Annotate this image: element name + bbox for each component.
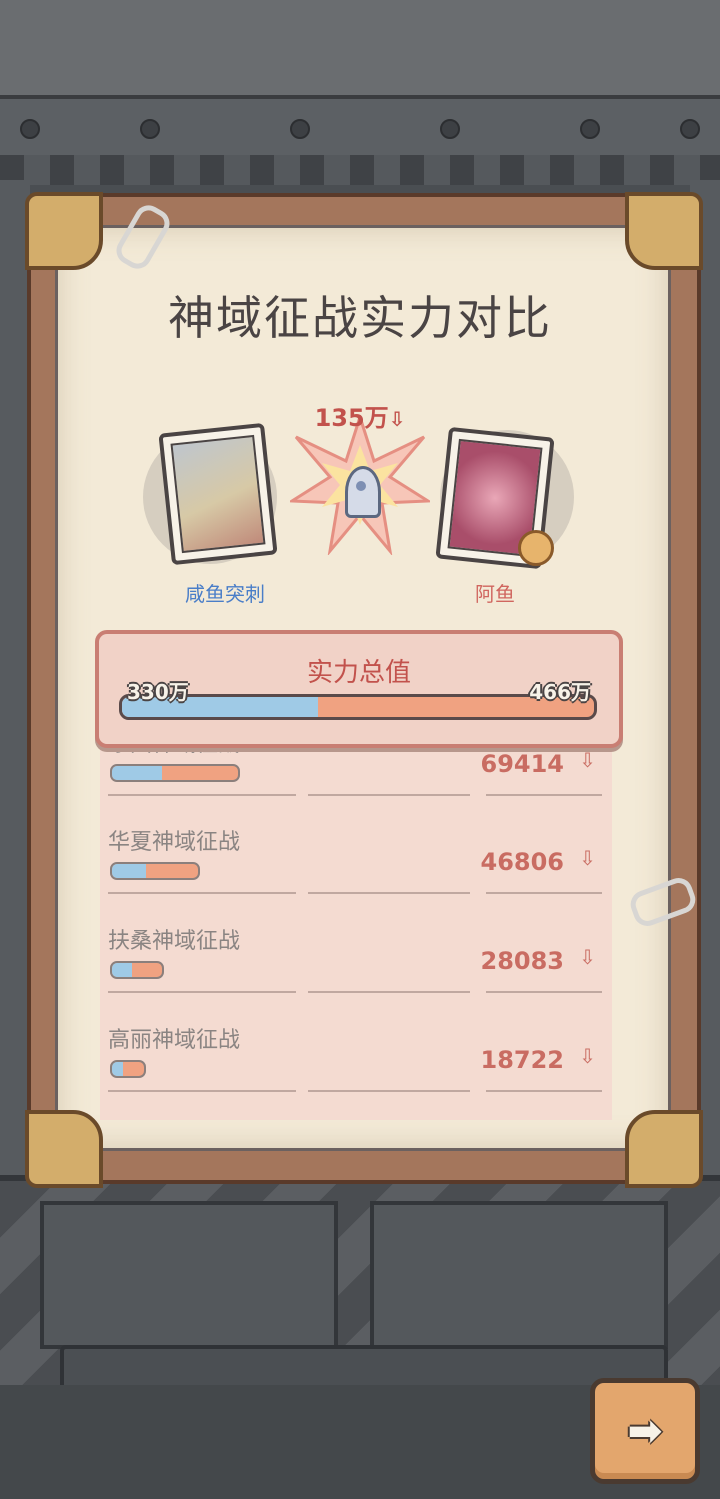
list-item-bar-left-fill — [112, 864, 147, 878]
total-power-right-value: 466万 — [529, 680, 591, 704]
list-item-bar-left-fill — [112, 1062, 124, 1076]
total-power-bar — [119, 694, 597, 720]
divider — [486, 892, 602, 894]
divider — [108, 794, 296, 796]
arrow-down-icon: ⇩ — [388, 407, 406, 431]
category-list[interactable]: 东国神域征战 69414 ⇩ 华夏神域征战 46806 ⇩ 扶桑神域征战 28083 ⇩ 高丽神域… — [100, 740, 612, 1120]
list-item-bar-left-fill — [112, 963, 132, 977]
power-difference: 135万⇩ — [310, 398, 410, 433]
list-item[interactable]: 东国神域征战 69414 ⇩ — [100, 740, 612, 824]
divider — [308, 794, 470, 796]
page-title: 神域征战实力对比 — [168, 291, 552, 345]
total-power-left-value: 330万 — [127, 680, 189, 704]
list-item-value: 28083 — [480, 947, 565, 975]
list-item[interactable]: 扶桑神域征战 28083 ⇩ — [100, 923, 612, 1021]
metal-plate — [40, 1201, 338, 1349]
left-player-card[interactable] — [158, 422, 278, 566]
total-power-panel: 实力总值 330万 466万 — [95, 630, 623, 748]
rocket-icon — [345, 466, 381, 518]
rivet — [290, 119, 310, 139]
divider — [108, 1090, 296, 1092]
right-player-name: 阿鱼 — [475, 582, 515, 606]
list-item-bar — [110, 1060, 146, 1078]
list-item-bar — [110, 961, 164, 979]
list-item[interactable]: 华夏神域征战 46806 ⇩ — [100, 824, 612, 922]
arrow-down-icon: ⇩ — [579, 846, 596, 870]
divider — [108, 892, 296, 894]
list-item-bar — [110, 862, 200, 880]
list-item-bar — [110, 764, 240, 782]
list-item-value: 69414 — [480, 750, 565, 778]
divider — [486, 991, 602, 993]
list-item[interactable]: 高丽神域征战 18722 ⇩ — [100, 1022, 612, 1120]
arrow-down-icon: ⇩ — [579, 945, 596, 969]
background-metal-beam — [0, 95, 720, 163]
list-item-label: 华夏神域征战 — [108, 830, 241, 855]
rivet — [580, 119, 600, 139]
list-item-value: 46806 — [480, 848, 565, 876]
rivet — [140, 119, 160, 139]
frame-corner — [625, 1110, 703, 1188]
rivet — [680, 119, 700, 139]
arrow-down-icon: ⇩ — [579, 1044, 596, 1068]
metal-plate — [370, 1201, 668, 1349]
medal-icon — [518, 530, 554, 566]
divider — [308, 991, 470, 993]
power-difference-value: 135万 — [314, 404, 389, 432]
list-item-label: 高丽神域征战 — [108, 1028, 241, 1053]
next-button[interactable]: ➡ — [590, 1378, 700, 1484]
frame-corner — [25, 1110, 103, 1188]
divider — [308, 892, 470, 894]
divider — [108, 991, 296, 993]
background-grate — [0, 155, 720, 185]
frame-corner — [25, 192, 103, 270]
rivet — [20, 119, 40, 139]
list-item-label: 扶桑神域征战 — [108, 929, 241, 954]
list-item-bar-left-fill — [112, 766, 163, 780]
list-item-value: 18722 — [480, 1046, 565, 1074]
arrow-down-icon: ⇩ — [579, 748, 596, 772]
arrow-right-icon: ➡ — [627, 1406, 663, 1455]
divider — [308, 1090, 470, 1092]
divider — [486, 794, 602, 796]
left-player-name: 咸鱼突刺 — [185, 582, 265, 606]
frame-corner — [625, 192, 703, 270]
left-player-portrait — [170, 434, 266, 554]
divider — [486, 1090, 602, 1092]
rivet — [440, 119, 460, 139]
